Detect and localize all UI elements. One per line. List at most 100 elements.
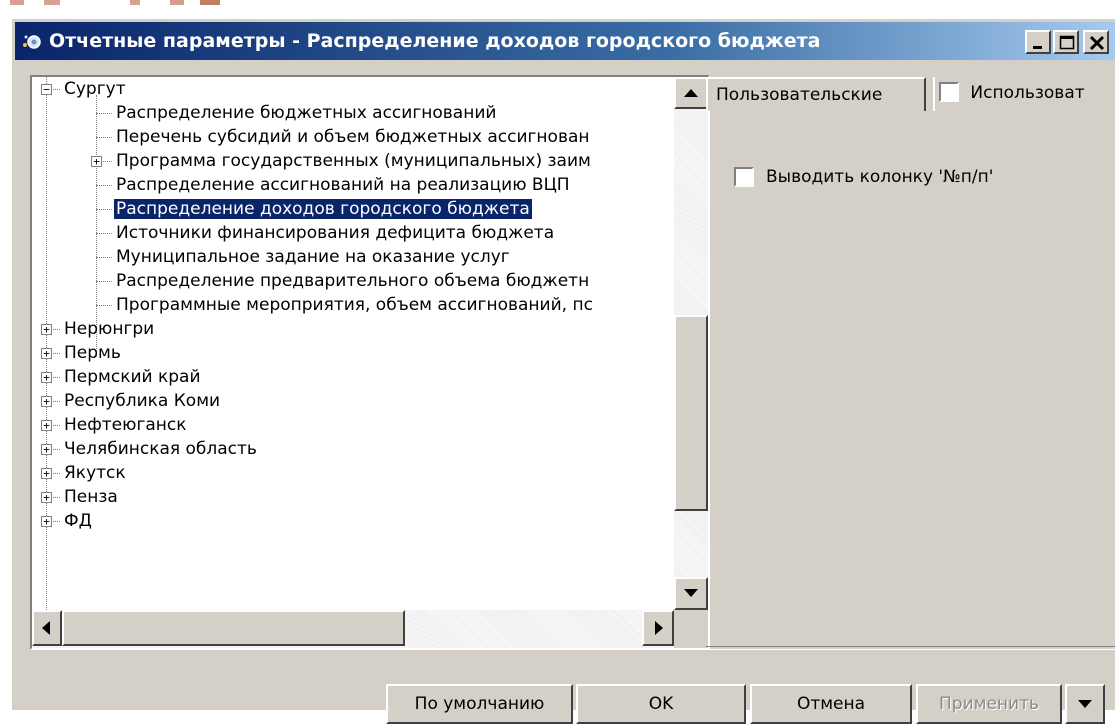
- cancel-button-label: Отмена: [796, 694, 866, 714]
- tree-item-label: Перечень субсидий и объем бюджетных асси…: [116, 127, 590, 147]
- tree-item-label: Пенза: [64, 487, 118, 507]
- tree-item[interactable]: Программа государственных (муниципальных…: [114, 149, 593, 173]
- ok-button-label: OK: [648, 694, 674, 714]
- maximize-button[interactable]: [1053, 30, 1079, 54]
- expand-icon[interactable]: +: [41, 516, 52, 527]
- tree-connector: [96, 233, 112, 235]
- background-fragment: [44, 0, 60, 5]
- expand-icon[interactable]: +: [41, 492, 52, 503]
- close-icon: [1089, 35, 1105, 51]
- tree-item[interactable]: Республика Коми: [62, 389, 222, 413]
- scroll-left-button[interactable]: [32, 610, 62, 646]
- arrow-up-icon: [684, 89, 698, 97]
- tab-user[interactable]: Пользовательские: [706, 77, 926, 111]
- tree-item[interactable]: ФД: [62, 509, 94, 533]
- apply-button[interactable]: Применить: [916, 684, 1062, 724]
- tab-use[interactable]: Использоват: [933, 77, 1115, 111]
- arrow-down-icon: [684, 589, 698, 597]
- background-fragment: [200, 0, 220, 5]
- tree-item-label: Муниципальное задание на оказание услуг: [116, 247, 510, 267]
- tree-item[interactable]: Программные мероприятия, объем ассигнова…: [114, 293, 595, 317]
- scroll-down-button[interactable]: [674, 577, 708, 610]
- tree-item-label: Якутск: [64, 463, 126, 483]
- tab-label: Использоват: [970, 83, 1085, 103]
- tree-item-label: Распределение доходов городского бюджета: [113, 198, 533, 220]
- tree-item-label: Пермь: [64, 343, 121, 363]
- tree-item-label: Распределение ассигнований на реализацию…: [116, 175, 570, 195]
- vertical-scrollbar[interactable]: [674, 77, 708, 610]
- tree-item[interactable]: Распределение бюджетных ассигнований: [114, 101, 498, 125]
- tree-item[interactable]: Пермь: [62, 341, 123, 365]
- tree-item-label: Источники финансирования дефицита бюджет…: [116, 223, 555, 243]
- expand-icon[interactable]: +: [41, 396, 52, 407]
- tree-item-label: Программные мероприятия, объем ассигнова…: [116, 295, 593, 315]
- tree-item[interactable]: Сургут: [62, 77, 128, 101]
- expand-icon[interactable]: +: [41, 372, 52, 383]
- arrow-right-icon: [655, 621, 663, 635]
- tree-connector: [96, 113, 112, 115]
- expand-icon[interactable]: +: [91, 156, 102, 167]
- horizontal-scrollbar[interactable]: [32, 610, 674, 648]
- tree-item[interactable]: Челябинская область: [62, 437, 259, 461]
- app-icon: [23, 35, 41, 49]
- tree-item[interactable]: Перечень субсидий и объем бюджетных асси…: [114, 125, 592, 149]
- tree-item[interactable]: Муниципальное задание на оказание услуг: [114, 245, 512, 269]
- expand-icon[interactable]: +: [41, 348, 52, 359]
- expand-icon[interactable]: +: [41, 444, 52, 455]
- settings-panel: Пользовательские Использоват Выводить ко…: [706, 77, 1115, 649]
- window-title: Отчетные параметры - Распределение доход…: [49, 30, 821, 52]
- collapse-icon[interactable]: −: [41, 84, 52, 95]
- tree-item[interactable]: Распределение ассигнований на реализацию…: [114, 173, 572, 197]
- tree-item[interactable]: Источники финансирования дефицита бюджет…: [114, 221, 556, 245]
- minimize-button[interactable]: [1025, 30, 1051, 54]
- background-strip: [0, 0, 1115, 18]
- tree-connector: [96, 281, 112, 283]
- ok-button[interactable]: OK: [576, 684, 746, 724]
- dropdown-arrow-icon: [1078, 700, 1092, 708]
- tree-connector: [96, 305, 112, 307]
- default-button-label: По умолчанию: [414, 694, 545, 714]
- tree-item-label: Челябинская область: [64, 439, 257, 459]
- use-checkbox[interactable]: [939, 82, 959, 102]
- title-bar[interactable]: Отчетные параметры - Распределение доход…: [15, 22, 1115, 60]
- apply-button-label: Применить: [939, 694, 1039, 714]
- tree-connector: [96, 257, 112, 259]
- expand-icon[interactable]: +: [41, 420, 52, 431]
- close-button[interactable]: [1083, 30, 1109, 54]
- scroll-right-button[interactable]: [642, 610, 674, 646]
- apply-dropdown-button[interactable]: [1065, 684, 1105, 724]
- tree-viewport: Сургут − Распределение бюджетных ассигнова…: [32, 77, 674, 610]
- tree-item[interactable]: Якутск: [62, 461, 128, 485]
- default-button[interactable]: По умолчанию: [386, 684, 573, 724]
- tree-item[interactable]: Распределение предварительного объема бю…: [114, 269, 591, 293]
- tree-item-label: ФД: [64, 511, 92, 531]
- show-column-label: Выводить колонку '№п/п': [766, 167, 994, 187]
- report-tree: Сургут − Распределение бюджетных ассигнова…: [30, 75, 710, 650]
- tree-item-label: Пермский край: [64, 367, 201, 387]
- background-fragment: [130, 0, 140, 5]
- tree-item-label: Нерюнгри: [64, 319, 155, 339]
- show-column-checkbox[interactable]: [734, 167, 754, 187]
- tree-item-label: Распределение бюджетных ассигнований: [116, 103, 497, 123]
- scroll-thumb[interactable]: [674, 315, 708, 511]
- scrollbar-corner: [674, 610, 708, 648]
- expand-icon[interactable]: +: [41, 324, 52, 335]
- tree-item-label: Республика Коми: [64, 391, 221, 411]
- tree-connector: [46, 77, 48, 610]
- tab-label: Пользовательские: [716, 85, 883, 105]
- panel-divider: [706, 646, 1115, 650]
- scroll-thumb[interactable]: [62, 610, 405, 646]
- tree-item[interactable]: Пермский край: [62, 365, 203, 389]
- scroll-up-button[interactable]: [674, 77, 708, 109]
- expand-icon[interactable]: +: [41, 468, 52, 479]
- tree-item[interactable]: Распределение доходов городского бюджета: [113, 197, 533, 221]
- tree-item-label: Сургут: [64, 79, 126, 99]
- tree-item-label: Нефтеюганск: [64, 415, 187, 435]
- maximize-icon: [1059, 35, 1075, 50]
- tree-item[interactable]: Нерюнгри: [62, 317, 156, 341]
- tree-connector: [96, 185, 112, 187]
- tree-item[interactable]: Пенза: [62, 485, 120, 509]
- cancel-button[interactable]: Отмена: [750, 684, 912, 724]
- tree-item-label: Распределение предварительного объема бю…: [116, 271, 590, 291]
- tree-item[interactable]: Нефтеюганск: [62, 413, 189, 437]
